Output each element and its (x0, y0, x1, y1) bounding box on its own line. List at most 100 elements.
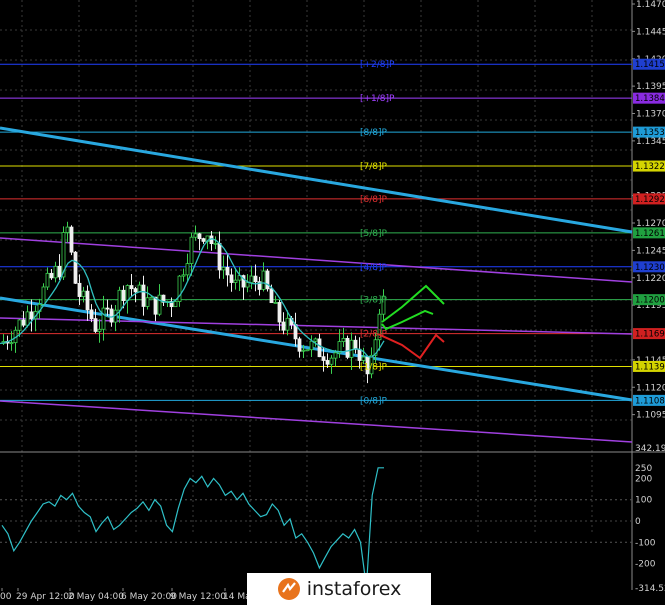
price-tick-label: 1.1220 (636, 274, 665, 284)
candle-body (333, 352, 338, 359)
time-tick-label: 2 May 04:00 (68, 592, 124, 602)
candle-body (93, 318, 98, 332)
candle-body (245, 282, 250, 288)
candle-body (325, 360, 330, 365)
candle-body (329, 357, 334, 365)
murrey-level-label: [7/8]P (360, 162, 388, 172)
candle-body (57, 265, 62, 278)
murrey-level-label: [1/8]P (360, 362, 388, 372)
candle-body (153, 296, 158, 315)
candle-body (265, 270, 270, 290)
candle-body (261, 270, 266, 290)
candle-body (129, 285, 134, 290)
time-tick-label: 29 Apr 12:00 (16, 592, 75, 602)
candle-body (109, 308, 114, 323)
price-level-box-label: 1.1353 (635, 128, 665, 138)
price-axis: 1.14701.14451.14201.13951.13701.13451.12… (632, 0, 665, 421)
murrey-level-label: [+2/8]P (360, 60, 395, 70)
osc-tick-label: 200 (635, 474, 652, 484)
candle-body (201, 238, 206, 242)
candle-body (273, 302, 278, 304)
trend-channel-upper (0, 126, 633, 234)
time-tick-label: 00 (0, 592, 12, 602)
osc-tick-label: -100 (635, 538, 656, 548)
price-tick-label: 1.1395 (636, 82, 665, 92)
candle-body (145, 297, 150, 307)
price-chart[interactable]: [+2/8]P [+1/8]P [8/8]P [7/8]P [6/8]P [5/8]P [4… (0, 0, 665, 605)
candle-body (309, 340, 314, 351)
candle-body (229, 274, 234, 283)
osc-tick-label: 250 (635, 464, 652, 474)
candle-body (69, 226, 74, 253)
murrey-level-label: [4/8]P (360, 263, 388, 273)
candle-body (213, 242, 218, 245)
logo-text: instaforex (306, 578, 402, 600)
candle-body (361, 356, 366, 361)
murrey-level-label: [+1/8]P (360, 94, 395, 104)
candle-body (249, 275, 254, 283)
murrey-level-label: [8/8]P (360, 128, 388, 138)
candle-body (17, 319, 22, 331)
trend-channel-lower (0, 296, 633, 402)
candle-body (281, 321, 286, 331)
candle-body (185, 263, 190, 276)
candle-body (321, 356, 326, 361)
forecast-arrows (377, 284, 445, 360)
candle-body (313, 338, 318, 342)
candle-body (141, 284, 146, 307)
candle-body (345, 338, 350, 358)
candle-body (193, 233, 198, 238)
price-tick-label: 1.1445 (636, 27, 665, 37)
candle-body (121, 289, 126, 301)
candle-body (189, 236, 194, 264)
channel-lines (0, 126, 633, 443)
candle-body (157, 294, 162, 315)
linreg-upper (0, 237, 633, 283)
candle-body (181, 274, 186, 277)
murrey-level-label: [6/8]P (360, 195, 388, 205)
time-tick-label: 9 May 12:00 (170, 592, 226, 602)
time-tick-label: 6 May 20:00 (121, 592, 177, 602)
candle-body (89, 309, 94, 320)
candle-body (117, 289, 122, 311)
linreg-lower (0, 400, 633, 443)
candle-body (173, 301, 178, 308)
candle-body (81, 290, 86, 297)
murrey-level-label: [5/8]P (360, 229, 388, 239)
candle-body (301, 349, 306, 352)
candle-body (285, 317, 290, 331)
price-tick-label: 1.1120 (636, 383, 665, 393)
osc-tick-label: -314.522 (635, 584, 665, 594)
osc-tick-label: 342.1937 (635, 444, 665, 454)
candle-body (65, 226, 70, 233)
candle-body (197, 233, 202, 240)
price-level-box-label: 1.1322 (635, 162, 665, 172)
price-level-box-label: 1.1230 (635, 263, 665, 273)
price-tick-label: 1.1370 (636, 110, 665, 120)
price-level-box-label: 1.1139 (635, 362, 665, 372)
candle-body (317, 338, 322, 358)
candle-body (269, 288, 274, 304)
osc-tick-label: -200 (635, 560, 656, 570)
price-level-box-label: 1.1415 (635, 60, 665, 70)
murrey-level-label: [3/8]P (360, 296, 388, 306)
candle-body (105, 307, 110, 310)
candle-body (85, 290, 90, 311)
candle-body (49, 272, 54, 279)
candle-body (221, 266, 226, 271)
candle-body (45, 272, 50, 288)
candle-body (277, 302, 282, 323)
candle-body (297, 338, 302, 352)
osc-tick-label: 100 (635, 496, 652, 506)
murrey-level-label: [0/8]P (360, 396, 388, 406)
candle-body (349, 339, 354, 358)
cci-oscillator: 342.1937 250200 100 0 -100 -200 -314.522 (0, 444, 665, 594)
candle-body (137, 284, 142, 293)
candle-body (53, 265, 58, 279)
candle-body (41, 286, 46, 305)
candle-body (77, 282, 82, 297)
price-tick-label: 1.1345 (636, 137, 665, 147)
candle-body (253, 275, 258, 283)
price-level-box-label: 1.1169 (635, 330, 665, 340)
candle-body (233, 279, 238, 283)
